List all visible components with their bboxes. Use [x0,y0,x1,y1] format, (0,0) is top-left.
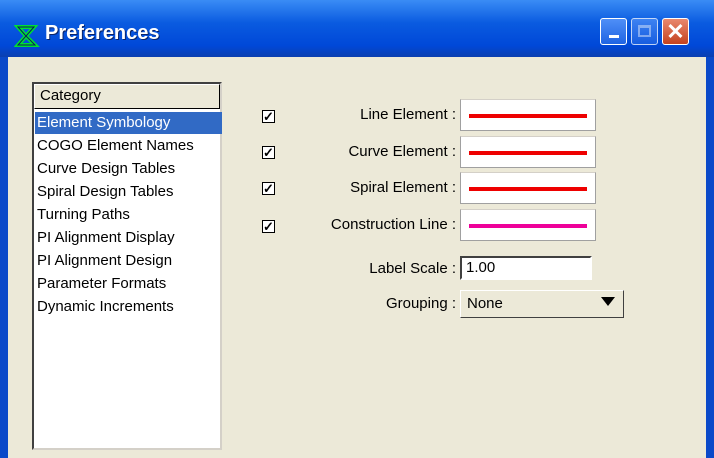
construction-line-color-swatch [469,224,587,228]
grouping-label: Grouping : [385,295,456,312]
line-element-checkbox[interactable]: ✓ [262,110,275,123]
curve-element-label: Curve Element : [348,143,456,160]
close-icon: ✕ [666,19,685,44]
list-item-curve-design-tables[interactable]: Curve Design Tables [35,158,175,180]
list-item-dynamic-increments[interactable]: Dynamic Increments [35,296,174,318]
list-item-pi-alignment-display[interactable]: PI Alignment Display [35,227,175,249]
spiral-element-color-swatch [469,187,587,191]
construction-line-symbology-button[interactable] [460,209,596,241]
list-item-cogo-element-names[interactable]: COGO Element Names [35,135,194,157]
category-list[interactable]: Category Element Symbology COGO Element … [32,82,222,450]
construction-line-label: Construction Line : [330,216,456,233]
list-item-spiral-design-tables[interactable]: Spiral Design Tables [35,181,173,203]
grouping-selected-value: None [467,295,503,312]
spiral-element-checkbox[interactable]: ✓ [262,182,275,195]
line-element-color-swatch [469,114,587,118]
spiral-element-label: Spiral Element : [350,179,456,196]
maximize-button[interactable] [631,18,658,45]
category-header[interactable]: Category [34,84,220,109]
list-item-turning-paths[interactable]: Turning Paths [35,204,130,226]
construction-line-checkbox[interactable]: ✓ [262,220,275,233]
line-element-label: Line Element : [360,106,456,123]
minimize-button[interactable] [600,18,627,45]
close-button[interactable]: ✕ [662,18,689,45]
bentley-b-icon [14,25,40,47]
label-scale-input[interactable]: 1.00 [460,256,592,280]
maximize-icon [638,25,651,37]
dropdown-arrow-icon[interactable] [601,297,615,306]
line-element-symbology-button[interactable] [460,99,596,131]
curve-element-checkbox[interactable]: ✓ [262,146,275,159]
window-title: Preferences [45,22,160,44]
curve-element-symbology-button[interactable] [460,136,596,168]
label-scale-label: Label Scale : [369,260,456,277]
spiral-element-symbology-button[interactable] [460,172,596,204]
title-bar[interactable]: Preferences ✕ [0,0,714,57]
curve-element-color-swatch [469,151,587,155]
list-item-element-symbology[interactable]: Element Symbology [35,112,222,134]
list-item-pi-alignment-design[interactable]: PI Alignment Design [35,250,172,272]
minimize-icon [609,35,619,38]
list-item-parameter-formats[interactable]: Parameter Formats [35,273,166,295]
grouping-select[interactable]: None [460,290,624,318]
